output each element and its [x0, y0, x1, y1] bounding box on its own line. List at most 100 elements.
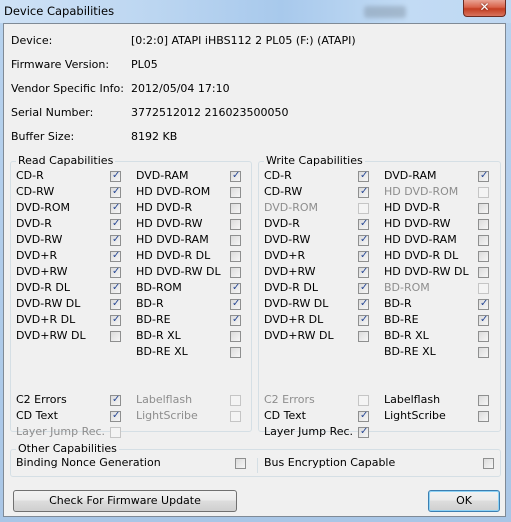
read-hd-dvd-r-checkbox[interactable]: [230, 203, 241, 214]
info-value: 3772512012 216023500050: [131, 106, 289, 119]
write-cd-text-checkbox[interactable]: ✓: [358, 410, 369, 422]
write-dvd-rw-checkbox[interactable]: ✓: [358, 234, 369, 246]
checkmark-icon: ✓: [112, 234, 121, 245]
checkmark-icon: ✓: [112, 186, 121, 197]
read-c2-errors-checkbox[interactable]: ✓: [110, 394, 121, 406]
checkmark-icon: ✓: [360, 234, 369, 245]
write-hd-dvd-ram-checkbox[interactable]: [478, 235, 489, 246]
read-hd-dvd-rom-checkbox[interactable]: [230, 187, 241, 198]
write-hd-dvd-rw-dl-checkbox[interactable]: [478, 267, 489, 278]
read-lightscribe-checkbox[interactable]: [230, 411, 241, 422]
write-cd-rw-checkbox[interactable]: ✓: [358, 186, 369, 198]
read-hd-dvd-r-dl-checkbox[interactable]: [230, 251, 241, 262]
checkmark-icon: ✓: [360, 410, 369, 421]
write-hd-dvd-r-checkbox[interactable]: [478, 203, 489, 214]
checkmark-icon: ✓: [480, 170, 489, 181]
read-hd-dvd-ram-checkbox[interactable]: [230, 235, 241, 246]
read-cd-r-checkbox[interactable]: ✓: [110, 170, 121, 182]
write-layer-jump-rec-checkbox[interactable]: ✓: [358, 426, 369, 438]
read-dvd-r-checkbox[interactable]: ✓: [110, 218, 121, 230]
read-labelflash-checkbox[interactable]: [230, 395, 241, 406]
info-value: 2012/05/04 17:10: [131, 82, 230, 95]
write-labelflash-checkbox[interactable]: [478, 395, 489, 406]
write-cd-r-checkbox[interactable]: ✓: [358, 170, 369, 182]
read-bd-rom-label: BD-ROM: [136, 281, 182, 294]
read-dvd-rw-checkbox[interactable]: ✓: [110, 234, 121, 246]
write-dvd-r-checkbox[interactable]: ✓: [358, 250, 369, 262]
read-dvd-r-checkbox[interactable]: ✓: [110, 250, 121, 262]
write-dvd-ram-checkbox[interactable]: ✓: [478, 170, 489, 182]
read-layer-jump-rec-checkbox[interactable]: [110, 427, 121, 438]
write-bd-re-label: BD-RE: [384, 313, 419, 326]
write-dvd-r-dl-checkbox[interactable]: ✓: [358, 314, 369, 326]
read-hd-dvd-rw-dl-checkbox[interactable]: [230, 267, 241, 278]
close-x-icon: ✕: [479, 0, 490, 14]
read-bd-re-checkbox[interactable]: ✓: [230, 314, 241, 326]
read-layer-jump-rec-label: Layer Jump Rec.: [16, 425, 106, 438]
other-binding-nonce-generation-label: Binding Nonce Generation: [16, 456, 161, 469]
write-dvd-rw-dl-checkbox[interactable]: ✓: [358, 298, 369, 310]
title-bar[interactable]: Device Capabilities ✕: [0, 0, 511, 23]
write-c2-errors-label: C2 Errors: [264, 393, 315, 406]
read-c2-errors-label: C2 Errors: [16, 393, 67, 406]
write-hd-dvd-r-dl-checkbox[interactable]: [478, 251, 489, 262]
write-c2-errors-checkbox[interactable]: [358, 395, 369, 406]
read-hd-dvd-r-dl-label: HD DVD-R DL: [136, 249, 211, 262]
other-bus-encryption-capable-label: Bus Encryption Capable: [264, 456, 396, 469]
info-label: Serial Number:: [11, 106, 94, 119]
write-dvd-rw-dl-checkbox[interactable]: [358, 331, 369, 342]
read-bd-r-xl-label: BD-R XL: [136, 329, 181, 342]
checkmark-icon: ✓: [360, 250, 369, 261]
read-bd-r-xl-checkbox[interactable]: [230, 331, 241, 342]
read-bd-r-checkbox[interactable]: ✓: [230, 298, 241, 310]
write-dvd-r-checkbox[interactable]: ✓: [358, 218, 369, 230]
other-capabilities-group: Other Capabilities Binding Nonce Generat…: [10, 442, 501, 477]
read-cd-text-checkbox[interactable]: ✓: [110, 410, 121, 422]
write-bd-re-xl-label: BD-RE XL: [384, 345, 436, 358]
read-dvd-r-dl-checkbox[interactable]: ✓: [110, 282, 121, 294]
read-hd-dvd-r-label: HD DVD-R: [136, 201, 193, 214]
info-label: Vendor Specific Info:: [11, 82, 124, 95]
write-bd-rom-checkbox[interactable]: [478, 283, 489, 294]
write-lightscribe-label: LightScribe: [384, 409, 446, 422]
read-dvd-r-dl-label: DVD+R DL: [16, 313, 76, 326]
read-dvd-ram-checkbox[interactable]: ✓: [230, 170, 241, 182]
checkmark-icon: ✓: [360, 218, 369, 229]
write-dvd-rw-checkbox[interactable]: ✓: [358, 266, 369, 278]
info-value: 8192 KB: [131, 130, 178, 143]
checkmark-icon: ✓: [360, 282, 369, 293]
read-capabilities-title: Read Capabilities: [16, 154, 116, 168]
write-dvd-r-dl-checkbox[interactable]: ✓: [358, 282, 369, 294]
write-lightscribe-checkbox[interactable]: [478, 411, 489, 422]
other-capabilities-title: Other Capabilities: [16, 442, 119, 456]
checkmark-icon: ✓: [232, 298, 241, 309]
read-bd-rom-checkbox[interactable]: ✓: [230, 282, 241, 294]
write-bd-r-xl-label: BD-R XL: [384, 329, 429, 342]
write-hd-dvd-rom-checkbox[interactable]: [478, 187, 489, 198]
read-hd-dvd-rw-dl-label: HD DVD-RW DL: [136, 265, 221, 278]
read-dvd-rw-dl-checkbox[interactable]: ✓: [110, 298, 121, 310]
info-label: Buffer Size:: [11, 130, 75, 143]
write-hd-dvd-r-dl-label: HD DVD-R DL: [384, 249, 459, 262]
read-dvd-r-dl-checkbox[interactable]: ✓: [110, 314, 121, 326]
read-cd-rw-checkbox[interactable]: ✓: [110, 186, 121, 198]
write-dvd-rom-checkbox[interactable]: [358, 203, 369, 214]
other-binding-nonce-generation-checkbox[interactable]: [235, 458, 246, 469]
read-cd-r-label: CD-R: [16, 169, 44, 182]
write-hd-dvd-rw-checkbox[interactable]: [478, 219, 489, 230]
write-bd-r-checkbox[interactable]: ✓: [478, 298, 489, 310]
close-button[interactable]: ✕: [463, 0, 506, 17]
ok-button[interactable]: OK: [428, 490, 500, 512]
read-bd-re-xl-checkbox[interactable]: [230, 347, 241, 358]
write-bd-re-checkbox[interactable]: ✓: [478, 314, 489, 326]
check-firmware-update-button[interactable]: Check For Firmware Update: [13, 490, 237, 512]
read-dvd-rw-checkbox[interactable]: ✓: [110, 266, 121, 278]
write-dvd-ram-label: DVD-RAM: [384, 169, 437, 182]
read-dvd-rw-dl-checkbox[interactable]: [110, 331, 121, 342]
write-bd-re-xl-checkbox[interactable]: [478, 347, 489, 358]
read-hd-dvd-rw-checkbox[interactable]: [230, 219, 241, 230]
checkmark-icon: ✓: [480, 314, 489, 325]
read-dvd-rom-checkbox[interactable]: ✓: [110, 202, 121, 214]
other-bus-encryption-capable-checkbox[interactable]: [483, 458, 494, 469]
write-bd-r-xl-checkbox[interactable]: [478, 331, 489, 342]
